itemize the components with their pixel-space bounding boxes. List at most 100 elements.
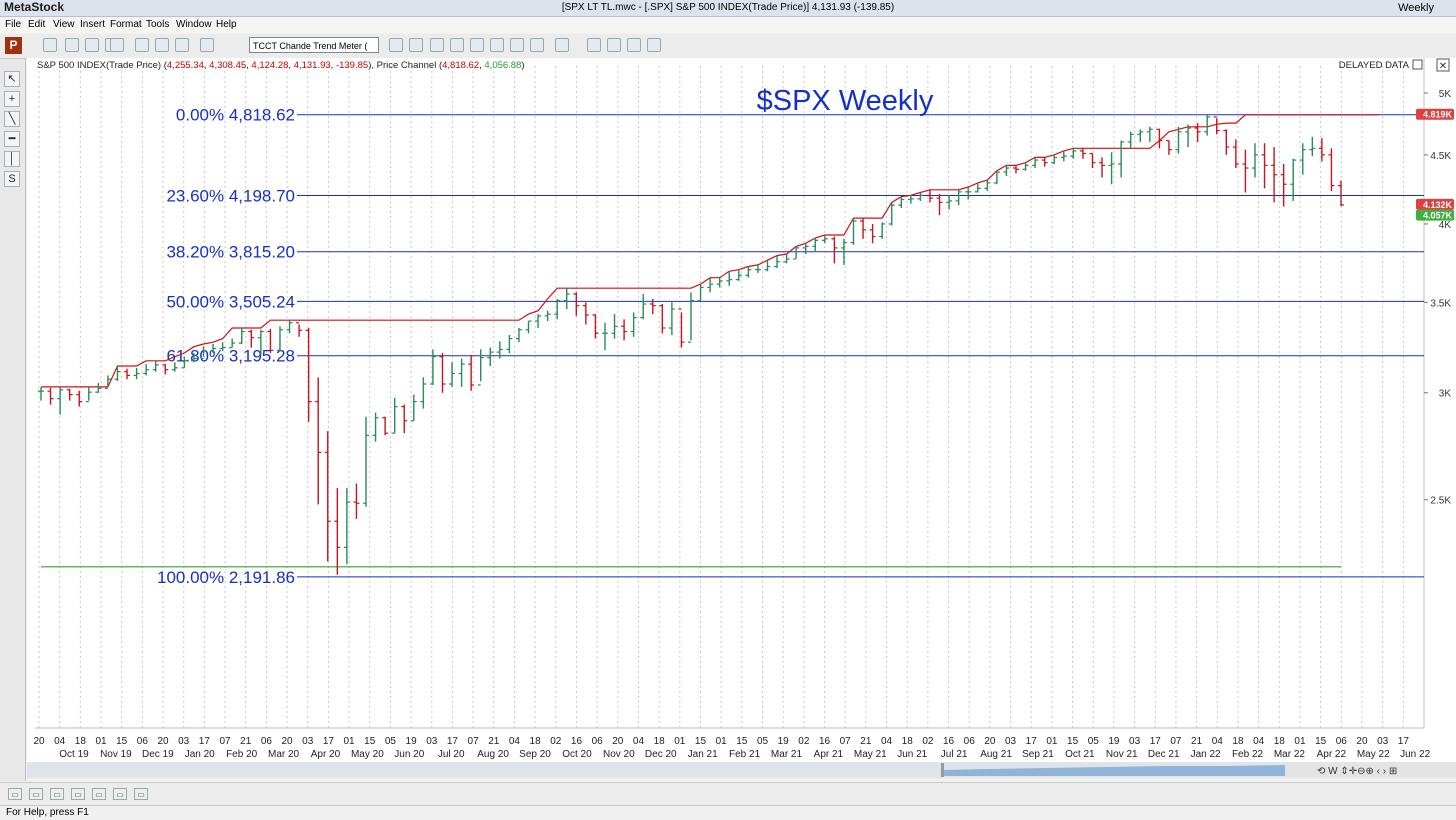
x-day-label: 20 (33, 736, 45, 747)
fib-label: 100.00% 2,191.86 (157, 568, 295, 587)
copy-icon[interactable] (135, 38, 149, 52)
x-day-label: 03 (1129, 736, 1141, 747)
menu-insert[interactable]: Insert (80, 19, 105, 30)
indicator-icon[interactable] (409, 38, 423, 52)
toolbar: P TCCT Chande Trend Meter ( (0, 34, 1456, 59)
x-month-label: Nov 19 (100, 749, 132, 760)
x-day-label: 01 (344, 736, 356, 747)
zoom-6-icon[interactable]: ▭ (113, 788, 127, 800)
cut-icon[interactable] (110, 38, 124, 52)
chart-area[interactable]: 20 04 18 01 15 06 20 03 17 07 21 06 20 03 17 01 15 05 19 03… (27, 58, 1456, 762)
vertical-line-icon[interactable]: │ (4, 151, 20, 167)
zoom-7-icon[interactable]: ▭ (134, 788, 148, 800)
x-month-label: Jan 22 (1191, 749, 1221, 760)
x-day-label: 17 (1150, 736, 1162, 747)
x-day-label: 17 (1398, 736, 1410, 747)
trendline-icon[interactable]: ╲ (4, 111, 20, 127)
x-day-label: 07 (468, 736, 480, 747)
zoom-3-icon[interactable]: ▭ (50, 788, 64, 800)
x-month-label: Apr 22 (1317, 749, 1347, 760)
tile-icon[interactable] (587, 38, 601, 52)
settings-icon[interactable] (647, 38, 661, 52)
x-day-label: 17 (1026, 736, 1038, 747)
p-logo-icon[interactable]: P (5, 37, 22, 54)
expert-icon[interactable] (389, 38, 403, 52)
chart-title: $SPX Weekly (757, 85, 934, 117)
x-month-label: May 22 (1357, 749, 1390, 760)
zoom-1-icon[interactable]: ▭ (8, 788, 22, 800)
pointer-icon[interactable]: ↖ (4, 71, 20, 87)
menu-format[interactable]: Format (110, 19, 142, 30)
chart-svg[interactable]: 20 04 18 01 15 06 20 03 17 07 21 06 20 03 17 01 15 05 19 03… (27, 58, 1456, 762)
menu-view[interactable]: View (53, 19, 75, 30)
scroll-period-w[interactable]: ⟲ W ⇕✛⊖⊕ ‹ › ⊞ (1317, 766, 1397, 777)
x-day-label: 19 (778, 736, 790, 747)
fib-label: 23.60% 4,198.70 (166, 186, 295, 205)
chart-header: S&P 500 INDEX(Trade Price) (4,255.34, 4,… (37, 60, 525, 71)
x-month-label: Oct 19 (59, 749, 89, 760)
new-icon[interactable] (43, 38, 57, 52)
x-month-label: Nov 20 (603, 749, 635, 760)
close-file-icon[interactable] (85, 38, 99, 52)
x-day-label: 15 (1315, 736, 1327, 747)
explorer-icon[interactable] (450, 38, 464, 52)
price-axis-bg (1424, 58, 1456, 762)
y-tick-label: 3K (1439, 389, 1452, 400)
menu-help[interactable]: Help (216, 19, 237, 30)
x-day-label: 07 (840, 736, 852, 747)
paste-icon[interactable] (155, 38, 169, 52)
x-day-label: 02 (550, 736, 562, 747)
x-day-label: 01 (1046, 736, 1058, 747)
x-month-label: Dec 20 (645, 749, 677, 760)
undo-icon[interactable] (175, 38, 189, 52)
zoom-icon[interactable] (200, 38, 214, 52)
x-day-label: 21 (860, 736, 872, 747)
horizontal-line-icon[interactable]: ━ (4, 131, 20, 147)
x-day-label: 01 (95, 736, 107, 747)
price-tag-label: 4.132K (1423, 200, 1453, 210)
menu-window[interactable]: Window (176, 19, 212, 30)
menu-file[interactable]: File (5, 19, 21, 30)
zoom-2-icon[interactable]: ▭ (29, 788, 43, 800)
cascade-icon[interactable] (607, 38, 621, 52)
zoom-4-icon[interactable]: ▭ (71, 788, 85, 800)
scroll-handle[interactable] (941, 763, 944, 777)
crosshair-icon[interactable]: + (4, 91, 20, 107)
system-tester-icon[interactable] (490, 38, 504, 52)
grid-icon[interactable] (627, 38, 641, 52)
text-tool-icon[interactable]: S (4, 171, 20, 187)
x-month-label: Jun 22 (1400, 749, 1430, 760)
delayed-dropdown[interactable] (1412, 59, 1423, 70)
window-icon[interactable] (555, 38, 569, 52)
menu-tools[interactable]: Tools (146, 19, 169, 30)
x-month-label: Dec 19 (142, 749, 174, 760)
x-day-label: 05 (1088, 736, 1100, 747)
x-day-label: 18 (1274, 736, 1286, 747)
zoom-5-icon[interactable]: ▭ (92, 788, 106, 800)
x-day-label: 04 (1212, 736, 1224, 747)
expert-select[interactable]: TCCT Chande Trend Meter ( (249, 37, 379, 53)
y-tick-label: 4K (1439, 220, 1452, 231)
x-day-label: 15 (1067, 736, 1079, 747)
x-day-label: 17 (199, 736, 211, 747)
y-tick-label: 4.5K (1430, 151, 1451, 162)
x-day-label: 18 (1232, 736, 1244, 747)
status-text: For Help, press F1 (6, 807, 89, 818)
help-icon[interactable] (530, 38, 544, 52)
horizontal-scrollbar[interactable]: ⟲ W ⇕✛⊖⊕ ‹ › ⊞ (27, 762, 1456, 778)
x-day-label: 20 (1356, 736, 1368, 747)
open-icon[interactable] (65, 38, 79, 52)
x-day-label: 18 (654, 736, 666, 747)
dollar-icon[interactable] (430, 38, 444, 52)
x-day-label: 02 (922, 736, 934, 747)
x-month-label: Jun 21 (897, 749, 927, 760)
search-icon[interactable] (510, 38, 524, 52)
x-month-label: Apr 21 (814, 749, 844, 760)
drawing-tools-panel: ↖ + ╲ ━ │ S (0, 59, 26, 781)
x-day-label: 15 (364, 736, 376, 747)
x-day-label: 18 (530, 736, 542, 747)
menu-edit[interactable]: Edit (28, 19, 45, 30)
x-month-label: Dec 21 (1148, 749, 1180, 760)
x-day-label: 05 (385, 736, 397, 747)
arrow-icon[interactable] (470, 38, 484, 52)
